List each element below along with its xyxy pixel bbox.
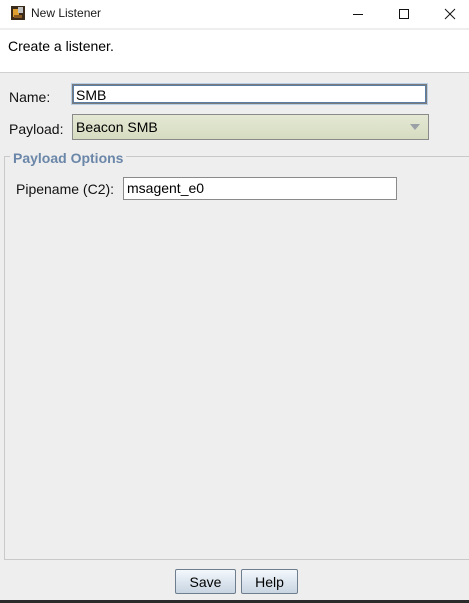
close-button[interactable]	[428, 0, 469, 28]
title-bar[interactable]: New Listener	[0, 0, 469, 28]
pipename-field[interactable]: msagent_e0	[123, 177, 397, 200]
payload-label: Payload:	[9, 121, 64, 137]
window-title: New Listener	[31, 6, 102, 20]
help-button[interactable]: Help	[241, 569, 298, 594]
payload-dropdown[interactable]: Beacon SMB	[72, 114, 429, 140]
maximize-icon	[399, 9, 409, 19]
name-label: Name:	[9, 89, 51, 105]
chevron-down-icon[interactable]	[406, 118, 424, 136]
payload-options-group	[4, 156, 469, 560]
close-icon	[444, 8, 456, 20]
payload-selected-value: Beacon SMB	[76, 119, 158, 135]
pipename-label: Pipename (C2):	[16, 181, 115, 197]
description-panel: Create a listener.	[0, 30, 469, 72]
minimize-icon	[353, 14, 363, 15]
maximize-button[interactable]	[382, 0, 426, 28]
app-icon	[11, 6, 25, 20]
save-button[interactable]: Save	[175, 569, 236, 594]
payload-options-title: Payload Options	[10, 150, 127, 166]
new-listener-window: New Listener Create a listener. Name: SM…	[0, 0, 469, 603]
description-divider	[0, 72, 469, 73]
description-text: Create a listener.	[8, 38, 114, 54]
minimize-button[interactable]	[336, 0, 380, 28]
name-field[interactable]: SMB	[71, 83, 428, 105]
